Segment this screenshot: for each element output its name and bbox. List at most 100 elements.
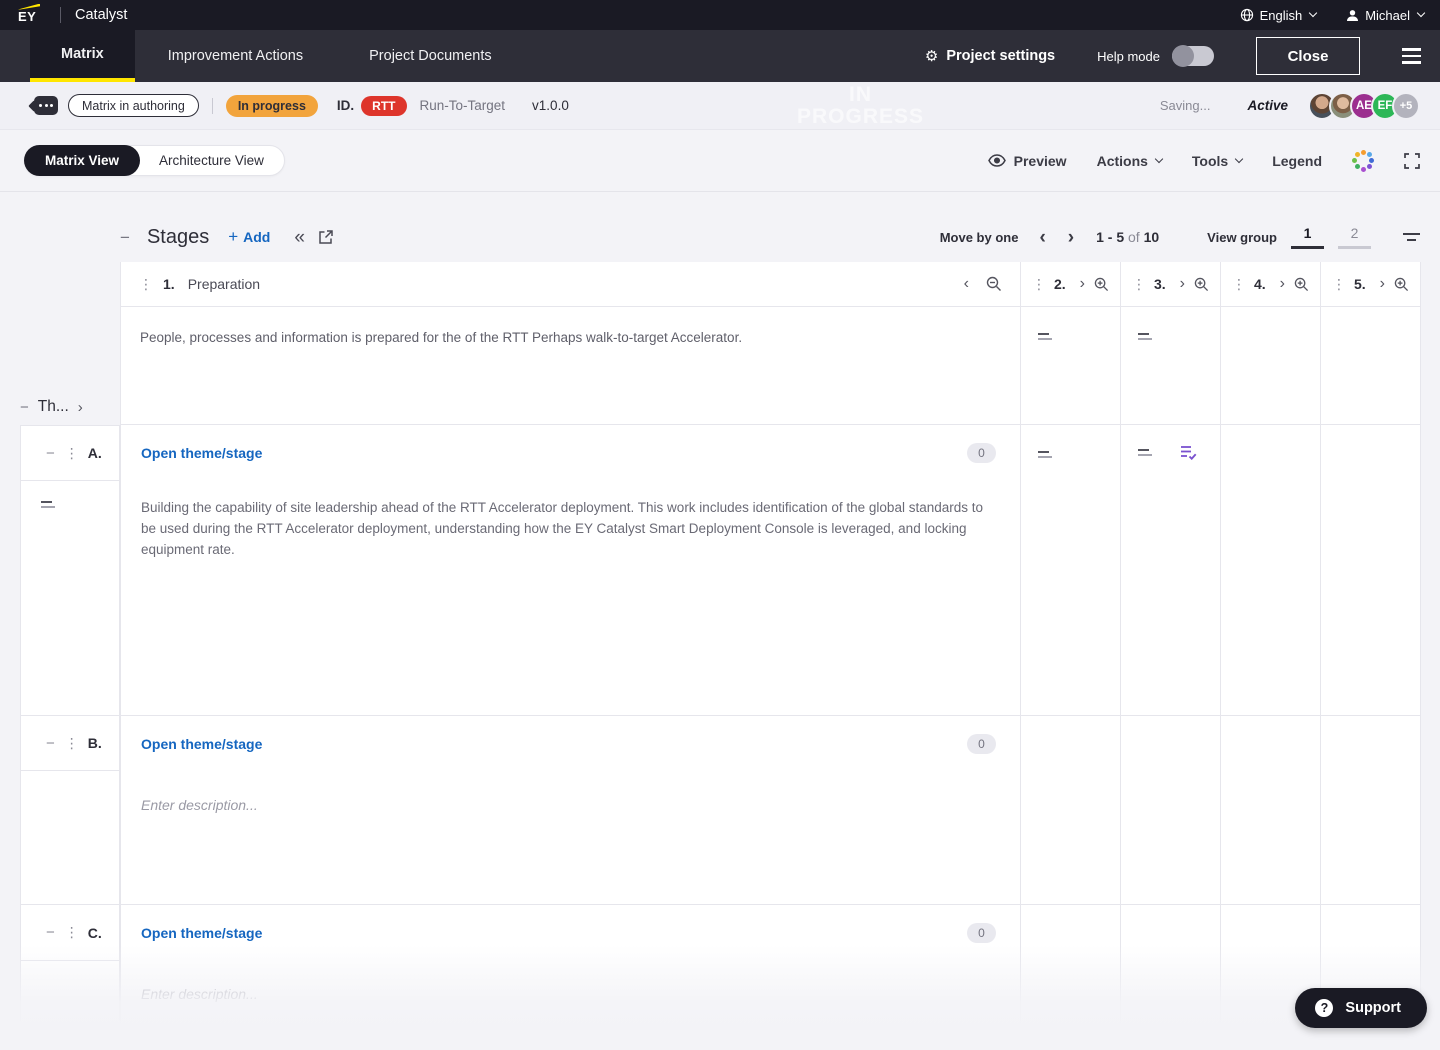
view-group-label: View group [1207,229,1277,245]
chevron-down-icon [1416,8,1426,18]
view-group-2-tab[interactable]: 2 [1338,225,1371,249]
filter-icon[interactable] [1403,233,1420,241]
language-selector[interactable]: English [1240,8,1318,23]
theme-b-gutter-body [20,770,120,905]
chevron-down-icon [1308,8,1318,18]
user-menu[interactable]: Michael [1346,8,1426,23]
collapse-themes-icon[interactable]: − [20,400,29,415]
stage-name[interactable]: Preparation [188,276,260,292]
drag-handle-icon[interactable]: ⋮ [65,924,79,941]
divider [211,97,213,114]
project-settings-button[interactable]: ⚙ Project settings [925,47,1055,65]
close-button[interactable]: Close [1256,37,1360,75]
architecture-view-tab[interactable]: Architecture View [138,145,285,176]
drag-handle-icon[interactable]: ⋮ [1032,276,1046,293]
drag-handle-icon[interactable]: ⋮ [65,445,79,462]
legend-button[interactable]: Legend [1272,153,1322,169]
zoom-in-column-icon[interactable] [1394,277,1409,292]
expand-column-icon[interactable]: › [1080,276,1085,292]
expand-column-icon[interactable]: › [1180,276,1185,292]
stage-2-description-cell[interactable] [1021,307,1121,425]
drag-handle-icon[interactable]: ⋮ [139,276,153,293]
theme-c-stage-2-cell[interactable] [1021,905,1121,1045]
theme-b-stage-3-cell[interactable] [1121,716,1221,905]
status-bar: IN PROGRESS Matrix in authoring In progr… [0,82,1440,130]
collapse-stages-icon[interactable]: − [120,229,130,246]
help-mode-label: Help mode [1097,48,1160,64]
zoom-in-column-icon[interactable] [1094,277,1109,292]
description-notes-icon[interactable] [1138,332,1153,340]
drag-handle-icon[interactable]: ⋮ [1132,276,1146,293]
theme-b-stage-5-cell[interactable] [1321,716,1421,905]
theme-a-stage-5-cell[interactable] [1321,425,1421,716]
collapse-column-icon[interactable]: ‹ [964,276,969,292]
stage-1-description-cell[interactable]: People, processes and information is pre… [121,307,1021,425]
zoom-out-column-icon[interactable] [986,276,1002,292]
zoom-in-column-icon[interactable] [1294,277,1309,292]
description-notes-icon[interactable] [41,500,56,508]
theme-a-description[interactable]: Building the capability of site leadersh… [121,481,1020,560]
theme-a-stage-2-cell[interactable] [1021,425,1121,716]
page-right-icon[interactable]: › [1064,228,1078,247]
tools-dropdown[interactable]: Tools [1192,153,1244,169]
theme-b-stage-2-cell[interactable] [1021,716,1121,905]
stage-3-description-cell[interactable] [1121,307,1221,425]
theme-a-stage-3-cell[interactable] [1121,425,1221,716]
collapse-all-columns-icon[interactable]: « [294,228,305,247]
active-status: Active [1247,98,1288,113]
tab-project-documents-label: Project Documents [369,48,492,64]
progress-status-badge: In progress [225,94,318,117]
tab-project-documents[interactable]: Project Documents [336,30,525,82]
collapse-theme-icon[interactable]: − [46,925,55,940]
ey-logo[interactable]: EY [16,3,44,25]
authoring-state-pill: Matrix in authoring [68,94,199,117]
view-group-1-tab[interactable]: 1 [1291,225,1324,249]
add-stage-button[interactable]: + Add [228,227,270,247]
tab-matrix[interactable]: Matrix [30,30,135,82]
view-toolbar: Matrix View Architecture View Preview Ac… [0,130,1440,192]
avatar-overflow-badge[interactable]: +5 [1392,91,1420,120]
collapse-theme-icon[interactable]: − [46,446,55,461]
authoring-state-label: Matrix in authoring [82,98,185,113]
theme-c-stage-3-cell[interactable] [1121,905,1221,1045]
checklist-done-icon[interactable] [1180,445,1197,460]
collapse-theme-icon[interactable]: − [46,736,55,751]
zoom-in-column-icon[interactable] [1194,277,1209,292]
description-notes-icon[interactable] [1138,448,1153,457]
drag-handle-icon[interactable]: ⋮ [65,735,79,752]
page-left-icon[interactable]: ‹ [1035,228,1049,247]
open-in-new-icon[interactable] [318,229,334,245]
preview-button[interactable]: Preview [987,153,1067,169]
drag-handle-icon[interactable]: ⋮ [1332,276,1346,293]
comments-icon[interactable] [34,96,58,115]
expand-column-icon[interactable]: › [1280,276,1285,292]
collaborator-avatars: AE EF +5 [1308,91,1420,120]
theme-a-stage-4-cell[interactable] [1221,425,1321,716]
open-theme-stage-link[interactable]: Open theme/stage [141,736,262,752]
open-theme-stage-link[interactable]: Open theme/stage [141,445,262,461]
tab-improvement-actions[interactable]: Improvement Actions [135,30,336,82]
themes-group-name[interactable]: Th... [38,398,69,416]
fullscreen-icon[interactable] [1404,152,1420,169]
theme-c-description-placeholder[interactable]: Enter description... [121,961,1020,1002]
theme-b-stage-4-cell[interactable] [1221,716,1321,905]
expand-column-icon[interactable]: › [1380,276,1385,292]
theme-b-cell-header: Open theme/stage 0 [121,716,1020,772]
open-theme-stage-link[interactable]: Open theme/stage [141,925,262,941]
stage-1-description[interactable]: People, processes and information is pre… [121,307,1020,369]
ey-logo-text: EY [18,8,37,24]
drag-handle-icon[interactable]: ⋮ [1232,276,1246,293]
description-notes-icon[interactable] [1038,450,1053,458]
stage-5-description-cell[interactable] [1321,307,1421,425]
help-mode-toggle[interactable] [1172,45,1214,67]
support-button[interactable]: ? Support [1295,988,1427,1028]
matrix-view-tab[interactable]: Matrix View [24,145,141,176]
actions-dropdown[interactable]: Actions [1097,153,1164,169]
expand-themes-icon[interactable]: › [78,400,83,415]
theme-b-description-placeholder[interactable]: Enter description... [121,772,1020,813]
menu-icon[interactable] [1402,48,1421,64]
description-notes-icon[interactable] [1038,332,1053,340]
legend-colors-icon[interactable] [1352,149,1374,172]
stage-number: 3. [1154,276,1166,292]
stage-4-description-cell[interactable] [1221,307,1321,425]
